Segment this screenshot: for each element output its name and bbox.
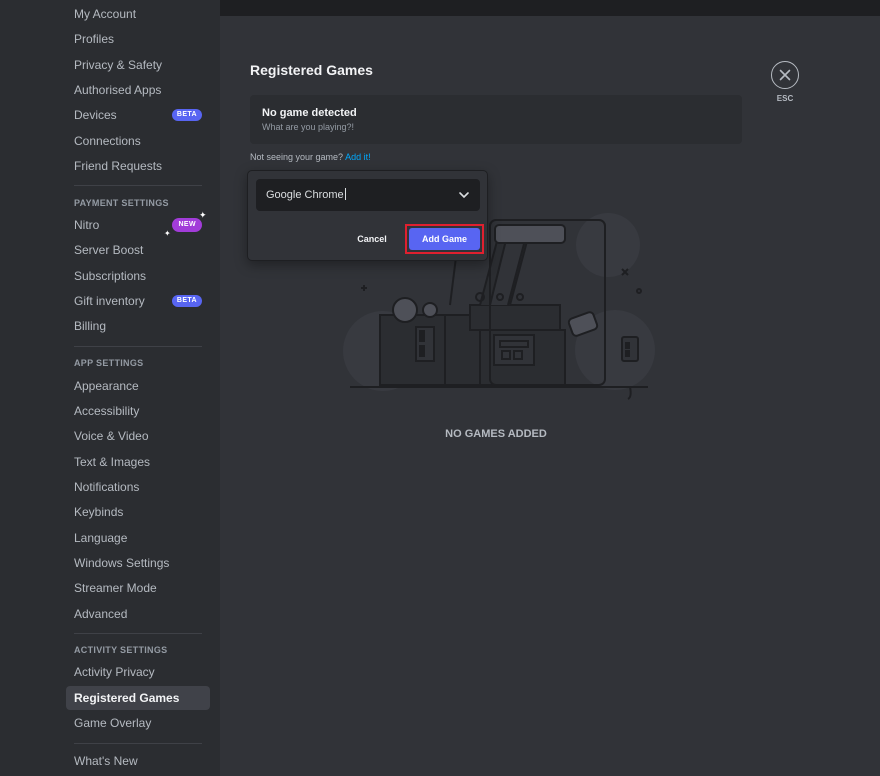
sidebar-item-text-images[interactable]: Text & Images [66, 450, 210, 474]
sidebar-item-label: Billing [74, 319, 107, 333]
detect-title: No game detected [262, 107, 357, 119]
sidebar-item-activity-privacy[interactable]: Activity Privacy [66, 660, 210, 684]
sidebar-item-label: Advanced [74, 607, 128, 621]
sidebar-item-label: Windows Settings [74, 556, 170, 570]
sidebar-item-label: Voice & Video [74, 429, 149, 443]
empty-state-text: NO GAMES ADDED [445, 428, 547, 440]
sidebar-item-friend-requests[interactable]: Friend Requests [66, 154, 210, 178]
not-seeing-game-text: Not seeing your game? Add it! [250, 152, 371, 162]
sidebar-item-advanced[interactable]: Advanced [66, 602, 210, 626]
sidebar-item-windows-settings[interactable]: Windows Settings [66, 551, 210, 575]
sidebar-item-my-account[interactable]: My Account [66, 2, 210, 26]
chevron-down-icon[interactable] [458, 189, 470, 201]
sidebar-item-privacy-safety[interactable]: Privacy & Safety [66, 53, 210, 77]
new-badge: NEW [172, 218, 202, 232]
sidebar-item-whats-new[interactable]: What's New [66, 749, 210, 773]
beta-badge: BETA [171, 295, 202, 307]
sidebar-item-label: My Account [74, 7, 137, 21]
sidebar-item-label: What's New [74, 754, 138, 768]
sidebar-item-label: Language [74, 531, 128, 545]
sidebar-item-notifications[interactable]: Notifications [66, 475, 210, 499]
sidebar-item-label: Subscriptions [74, 269, 147, 283]
cancel-button[interactable]: Cancel [348, 227, 396, 251]
sidebar-item-label: Appearance [74, 379, 139, 393]
sidebar-item-nitro[interactable]: Nitro NEW [66, 213, 210, 237]
sidebar-item-accessibility[interactable]: Accessibility [66, 399, 210, 423]
sidebar-item-label: Game Overlay [74, 716, 152, 730]
sidebar-item-label: Activity Privacy [74, 665, 155, 679]
sidebar-item-label: Server Boost [74, 243, 144, 257]
sidebar-item-label: Gift inventory [74, 294, 145, 308]
sparkle-icon: ✦ [164, 229, 171, 238]
page-title: Registered Games [250, 62, 373, 78]
sidebar-item-label: Connections [74, 134, 141, 148]
sidebar-item-label: Streamer Mode [74, 581, 157, 595]
add-it-link[interactable]: Add it! [345, 152, 371, 162]
sidebar-divider [74, 346, 202, 347]
esc-label: ESC [776, 94, 794, 103]
close-button[interactable] [771, 61, 799, 89]
sidebar-item-billing[interactable]: Billing [66, 314, 210, 338]
sidebar-divider [74, 743, 202, 744]
not-seeing-label: Not seeing your game? [250, 152, 344, 162]
add-game-popout: Google Chrome Cancel Add Game [247, 170, 488, 261]
sidebar-item-profiles[interactable]: Profiles [66, 27, 210, 51]
section-heading-payment: PAYMENT SETTINGS [74, 198, 169, 208]
sidebar-item-label: Authorised Apps [74, 83, 162, 97]
sidebar-item-label: Registered Games [74, 691, 180, 705]
detect-subtitle: What are you playing?! [262, 122, 355, 132]
sidebar-item-label: Profiles [74, 32, 115, 46]
close-icon [779, 69, 791, 81]
game-select-dropdown[interactable]: Google Chrome [256, 179, 480, 211]
sidebar-divider [74, 185, 202, 186]
game-select-text: Google Chrome [266, 189, 344, 201]
sidebar-item-server-boost[interactable]: Server Boost [66, 238, 210, 262]
sidebar-divider [74, 633, 202, 634]
sidebar-item-label: Devices [74, 108, 117, 122]
sidebar-item-label: Friend Requests [74, 159, 163, 173]
sidebar-item-gift-inventory[interactable]: Gift inventory BETA [66, 289, 210, 313]
sidebar-item-label: Text & Images [74, 455, 151, 469]
settings-sidebar: My Account Profiles Privacy & Safety Aut… [0, 0, 220, 776]
sidebar-item-label: Accessibility [74, 404, 140, 418]
sidebar-item-subscriptions[interactable]: Subscriptions [66, 264, 210, 288]
sidebar-item-keybinds[interactable]: Keybinds [66, 500, 210, 524]
sidebar-item-language[interactable]: Language [66, 526, 210, 550]
game-select-value[interactable]: Google Chrome [266, 188, 346, 201]
sparkle-icon: ✦ [199, 210, 207, 220]
text-caret [344, 188, 346, 200]
sidebar-item-streamer-mode[interactable]: Streamer Mode [66, 576, 210, 600]
section-heading-app: APP SETTINGS [74, 358, 144, 368]
beta-badge: BETA [171, 109, 202, 121]
no-game-detected-panel: No game detected What are you playing?! [250, 95, 742, 144]
sidebar-item-devices[interactable]: Devices BETA [66, 103, 210, 127]
sidebar-item-label: Keybinds [74, 505, 124, 519]
add-game-button[interactable]: Add Game [409, 228, 480, 250]
sidebar-item-authorised-apps[interactable]: Authorised Apps [66, 78, 210, 102]
sidebar-item-label: Notifications [74, 480, 140, 494]
sidebar-item-game-overlay[interactable]: Game Overlay [66, 711, 210, 735]
sidebar-item-label: Nitro [74, 218, 100, 232]
add-game-highlight: Add Game [405, 224, 484, 254]
sidebar-item-registered-games[interactable]: Registered Games [66, 686, 210, 710]
sidebar-item-voice-video[interactable]: Voice & Video [66, 424, 210, 448]
sidebar-item-appearance[interactable]: Appearance [66, 374, 210, 398]
sidebar-item-connections[interactable]: Connections [66, 129, 210, 153]
sidebar-item-label: Privacy & Safety [74, 58, 163, 72]
section-heading-activity: ACTIVITY SETTINGS [74, 645, 168, 655]
